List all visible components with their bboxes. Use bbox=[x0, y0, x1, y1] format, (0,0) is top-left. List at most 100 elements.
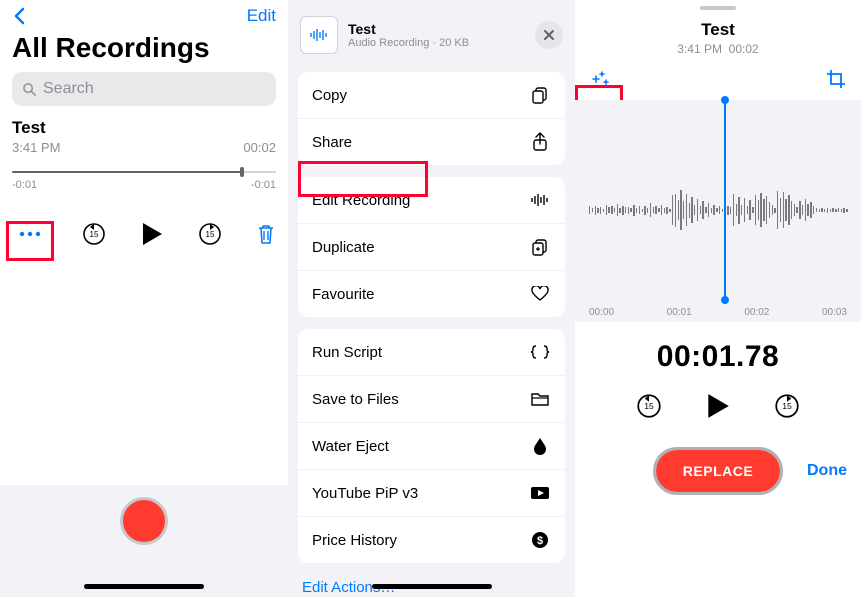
playback-controls: 15 15 bbox=[12, 219, 276, 249]
heart-icon bbox=[529, 283, 551, 305]
time-marks: 00:00 00:01 00:02 00:03 bbox=[575, 307, 861, 318]
skip-forward-icon: 15 bbox=[773, 392, 801, 420]
svg-text:$: $ bbox=[537, 535, 543, 547]
svg-text:15: 15 bbox=[782, 401, 792, 411]
close-button[interactable] bbox=[535, 21, 563, 49]
recording-time: 3:41 PM bbox=[12, 140, 60, 155]
file-subtitle: Audio Recording · 20 KB bbox=[348, 37, 525, 49]
recording-item[interactable]: Test 3:41 PM 00:02 bbox=[0, 118, 288, 155]
bottom-toolbar bbox=[0, 485, 288, 597]
record-button[interactable] bbox=[120, 497, 168, 545]
play-icon bbox=[140, 221, 164, 247]
sheet-handle[interactable] bbox=[700, 6, 736, 10]
action-favourite[interactable]: Favourite bbox=[298, 271, 565, 317]
edit-tools bbox=[575, 56, 861, 90]
action-price-history[interactable]: Price History $ bbox=[298, 517, 565, 563]
subtitle-time: 3:41 PM bbox=[677, 42, 722, 56]
action-edit-recording[interactable]: Edit Recording bbox=[298, 177, 565, 224]
skip-back-icon: 15 bbox=[81, 221, 107, 247]
track-times: -0:01 -0:01 bbox=[12, 179, 276, 191]
voice-memos-list-screen: Edit All Recordings Search Test 3:41 PM … bbox=[0, 0, 288, 597]
waveform-area[interactable]: 00:00 00:01 00:02 00:03 bbox=[575, 100, 861, 322]
action-label: Duplicate bbox=[312, 239, 375, 256]
timemark: 00:02 bbox=[744, 307, 769, 318]
action-label: Price History bbox=[312, 532, 397, 549]
action-group-2: Edit Recording Duplicate Favourite bbox=[298, 177, 565, 317]
home-indicator bbox=[372, 584, 492, 589]
ellipsis-icon bbox=[19, 231, 41, 237]
action-label: Share bbox=[312, 134, 352, 151]
sheet-header: Test Audio Recording · 20 KB bbox=[288, 0, 575, 64]
video-icon bbox=[529, 482, 551, 504]
action-label: Edit Recording bbox=[312, 192, 410, 209]
close-icon bbox=[543, 29, 555, 41]
recording-duration: 00:02 bbox=[243, 140, 276, 155]
bottom-action-row: REPLACE Done bbox=[575, 450, 861, 492]
svg-text:15: 15 bbox=[90, 230, 99, 239]
action-duplicate[interactable]: Duplicate bbox=[298, 224, 565, 271]
audio-file-icon bbox=[300, 16, 338, 54]
subtitle-duration: 00:02 bbox=[729, 42, 759, 56]
action-save-to-files[interactable]: Save to Files bbox=[298, 376, 565, 423]
header: Edit bbox=[0, 0, 288, 26]
timemark: 00:03 bbox=[822, 307, 847, 318]
action-label: Run Script bbox=[312, 344, 382, 361]
skip-forward-icon: 15 bbox=[197, 221, 223, 247]
edit-button[interactable]: Edit bbox=[247, 6, 276, 26]
edit-recording-screen: Test 3:41 PM 00:02 00:00 00:01 00:02 00:… bbox=[575, 0, 861, 597]
action-sheet: Test Audio Recording · 20 KB Copy Share … bbox=[288, 0, 575, 597]
action-copy[interactable]: Copy bbox=[298, 72, 565, 119]
replace-button[interactable]: REPLACE bbox=[656, 450, 780, 492]
share-icon bbox=[529, 131, 551, 153]
edit-title: Test bbox=[575, 20, 861, 40]
play-button[interactable] bbox=[140, 221, 164, 247]
waveform-icon bbox=[529, 189, 551, 211]
action-group-1: Copy Share bbox=[298, 72, 565, 165]
done-button[interactable]: Done bbox=[807, 462, 847, 480]
home-indicator bbox=[84, 584, 204, 589]
svg-text:15: 15 bbox=[644, 401, 654, 411]
droplet-icon bbox=[529, 435, 551, 457]
action-youtube-pip[interactable]: YouTube PiP v3 bbox=[298, 470, 565, 517]
delete-button[interactable] bbox=[256, 223, 276, 245]
search-placeholder: Search bbox=[43, 80, 94, 98]
skip-forward-15-button[interactable]: 15 bbox=[773, 392, 801, 420]
skip-back-15-button[interactable]: 15 bbox=[635, 392, 663, 420]
back-chevron-icon[interactable] bbox=[12, 7, 26, 25]
play-icon bbox=[705, 392, 731, 420]
trash-icon bbox=[256, 223, 276, 245]
playhead[interactable] bbox=[724, 100, 726, 300]
track-left-time: -0:01 bbox=[12, 179, 37, 191]
action-label: Favourite bbox=[312, 286, 375, 303]
action-share[interactable]: Share bbox=[298, 119, 565, 165]
duplicate-icon bbox=[529, 236, 551, 258]
action-run-script[interactable]: Run Script bbox=[298, 329, 565, 376]
timemark: 00:01 bbox=[667, 307, 692, 318]
enhance-button[interactable] bbox=[589, 68, 611, 90]
magic-wand-icon bbox=[589, 68, 611, 90]
action-water-eject[interactable]: Water Eject bbox=[298, 423, 565, 470]
recording-title: Test bbox=[12, 118, 276, 138]
action-label: YouTube PiP v3 bbox=[312, 485, 418, 502]
action-label: Water Eject bbox=[312, 438, 389, 455]
search-input[interactable]: Search bbox=[12, 72, 276, 106]
folder-icon bbox=[529, 388, 551, 410]
track-right-time: -0:01 bbox=[251, 179, 276, 191]
dollar-icon: $ bbox=[529, 529, 551, 551]
playback-scrubber[interactable] bbox=[12, 171, 276, 173]
edit-subtitle: 3:41 PM 00:02 bbox=[575, 42, 861, 56]
edit-playback-controls: 15 15 bbox=[575, 392, 861, 420]
skip-forward-15-button[interactable]: 15 bbox=[197, 221, 223, 247]
action-label: Save to Files bbox=[312, 391, 399, 408]
share-sheet-screen: Test Audio Recording · 20 KB Copy Share … bbox=[288, 0, 575, 597]
play-button[interactable] bbox=[705, 392, 731, 420]
trim-button[interactable] bbox=[825, 68, 847, 90]
scrubber-knob[interactable] bbox=[240, 167, 244, 177]
page-title: All Recordings bbox=[0, 26, 288, 72]
waveform-bars bbox=[589, 180, 847, 240]
current-time: 00:01.78 bbox=[575, 340, 861, 374]
skip-back-15-button[interactable]: 15 bbox=[81, 221, 107, 247]
skip-back-icon: 15 bbox=[635, 392, 663, 420]
more-options-button[interactable] bbox=[12, 219, 48, 249]
svg-text:15: 15 bbox=[206, 230, 215, 239]
